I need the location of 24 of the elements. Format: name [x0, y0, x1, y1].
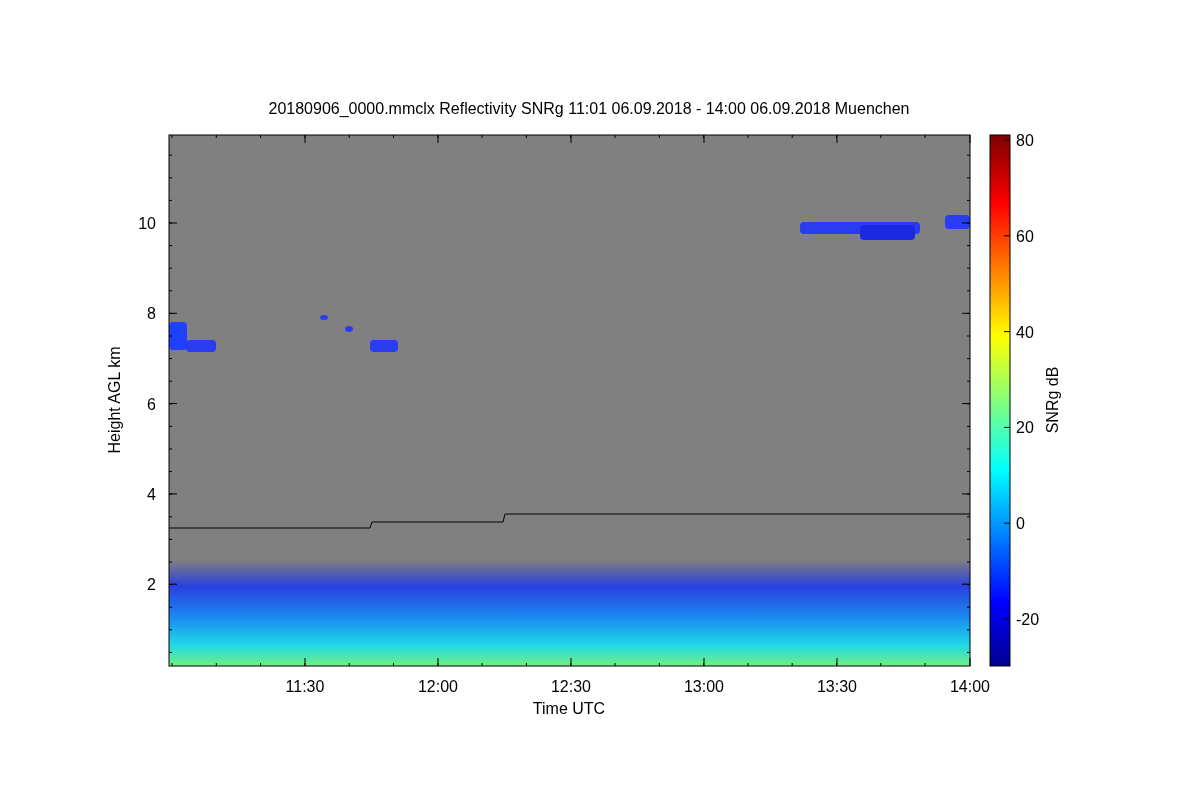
tick-label: 60: [1016, 227, 1034, 245]
tick-label: 10: [138, 215, 156, 232]
tick-label: 40: [1016, 323, 1034, 341]
tick-label: 20: [1016, 419, 1034, 437]
tick-label: 14:00: [950, 678, 990, 695]
tick-label: 6: [147, 395, 156, 413]
cloud-echo: [345, 326, 353, 332]
tick-label: 11:30: [285, 678, 325, 695]
tick-label: 4: [147, 485, 156, 503]
cloud-echo: [370, 340, 398, 352]
plot-title: 20180906_0000.mmclx Reflectivity SNRg 11:01 06.09.2018 - 14:00 06.09.2018 Muenchen: [268, 100, 910, 117]
axis-label: SNRg dB: [1044, 366, 1061, 434]
tick-label: -20: [1016, 611, 1040, 628]
cloud-echo: [320, 315, 328, 320]
tick-label: 8: [147, 305, 156, 323]
axis-label: Height AGL km: [106, 346, 123, 454]
tick-label: 2: [147, 576, 156, 594]
tick-label: 12:00: [418, 678, 458, 695]
tick-label: 12:30: [551, 678, 591, 695]
tick-label: 13:00: [684, 678, 724, 695]
tick-label: 13:30: [817, 678, 857, 695]
axis-label: Time UTC: [532, 700, 606, 717]
tick-label: 0: [1016, 515, 1025, 533]
tick-label: 80: [1016, 132, 1034, 149]
